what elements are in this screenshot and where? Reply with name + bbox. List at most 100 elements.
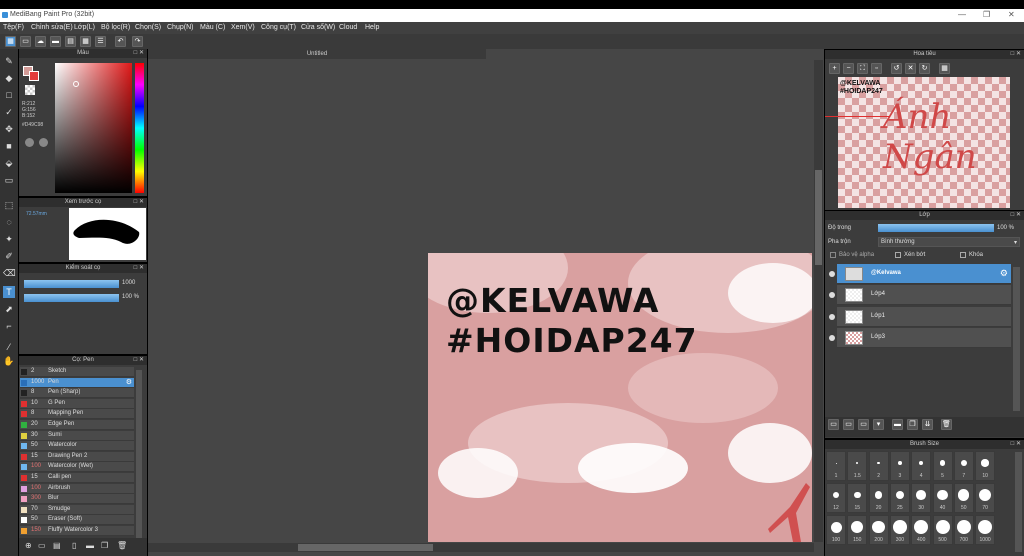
brush-list-item[interactable]: 8 Mapping Pen <box>20 409 134 420</box>
add-brush-icon[interactable]: ⊕ <box>25 541 32 550</box>
operation-tool-icon[interactable]: ⬈ <box>3 303 15 315</box>
canvas-vscroll-thumb[interactable] <box>815 170 822 265</box>
brush-size-cell[interactable]: 2 <box>868 451 889 481</box>
panel-close-icon[interactable]: □ ✕ <box>134 198 144 207</box>
brush-copy-icon[interactable]: ▯ <box>72 541 76 550</box>
brush-list-item[interactable]: 2 Sketch <box>20 367 134 377</box>
menu-item[interactable]: Công cụ(T) <box>261 24 296 31</box>
brush-size-slider[interactable] <box>24 280 119 288</box>
minimize-icon[interactable]: — <box>958 10 966 19</box>
brush-folder-icon[interactable]: ▬ <box>86 541 94 550</box>
layer-visibility-icon[interactable] <box>829 313 835 320</box>
rect-tool-icon[interactable]: □ <box>3 89 15 101</box>
menu-item[interactable]: Help <box>365 24 379 31</box>
color-wheel-icon[interactable] <box>25 138 34 147</box>
menu-item[interactable]: Tệp(F) <box>3 24 24 31</box>
brush-file-icon[interactable]: ▭ <box>38 541 46 550</box>
layer-visibility-icon[interactable] <box>829 334 835 341</box>
menu-item[interactable]: Chỉnh sửa(E) <box>31 24 73 31</box>
layer-opacity-slider[interactable] <box>878 224 994 232</box>
layer-scrollbar[interactable] <box>1013 267 1020 411</box>
layer-settings-icon[interactable]: ⚙ <box>1000 268 1008 279</box>
redo-icon[interactable]: ↷ <box>132 36 143 47</box>
menu-item[interactable]: Màu (C) <box>200 24 225 31</box>
rotate-right-icon[interactable]: ↻ <box>919 63 930 74</box>
brush-list-item[interactable]: 15 Drawing Pen 2 <box>20 451 134 462</box>
new-layer-icon[interactable]: ▭ <box>828 419 839 430</box>
brush-size-cell[interactable]: 1 <box>826 451 846 481</box>
doc-icon[interactable]: ▤ <box>65 36 76 47</box>
undo-icon[interactable]: ↶ <box>115 36 126 47</box>
magic-wand-icon[interactable]: ✦ <box>3 233 15 245</box>
brush-size-cell[interactable]: 3 <box>889 451 910 481</box>
menu-item[interactable]: Chọn(S) <box>135 24 161 31</box>
navigator-preview[interactable]: @KELVAWA #HOIDAP247 Ánh Ngân <box>838 77 1010 208</box>
brush-size-cell[interactable]: 7 <box>953 451 974 481</box>
secondary-color-swatch[interactable] <box>29 71 39 81</box>
flip-icon[interactable]: ✕ <box>905 63 916 74</box>
clipping-checkbox[interactable] <box>895 252 901 258</box>
canvas-vscroll[interactable] <box>814 60 823 542</box>
brush-size-cell[interactable]: 4 <box>911 451 932 481</box>
brush-list-item[interactable]: 30 Sumi <box>20 430 134 441</box>
brush-list-item[interactable]: 20 Edge Pen <box>20 420 134 430</box>
canvas-hscroll[interactable] <box>148 543 814 552</box>
panel-close-icon[interactable]: □ ✕ <box>1011 440 1021 449</box>
gradient-tool-icon[interactable]: ▭ <box>3 174 15 186</box>
reset-icon[interactable]: ▦ <box>939 63 950 74</box>
fit-icon[interactable]: ⛶ <box>857 63 868 74</box>
brush-size-cell[interactable]: 40 <box>932 483 953 513</box>
brush-size-cell[interactable]: 30 <box>911 483 932 513</box>
hue-slider[interactable] <box>135 63 144 193</box>
new-layer-8bit-icon[interactable]: ▭ <box>843 419 854 430</box>
menu-item[interactable]: Chụp(N) <box>167 24 193 31</box>
brush-size-cell[interactable]: 50 <box>953 483 974 513</box>
brush-size-cell[interactable]: 1.5 <box>847 451 868 481</box>
panel-close-icon[interactable]: □ ✕ <box>1011 50 1021 59</box>
brush-list-item[interactable]: 150 Fluffy Watercolor 3 <box>20 526 134 536</box>
blend-mode-select[interactable]: Bình thường ▾ <box>878 237 1020 247</box>
zoom-out-icon[interactable]: − <box>843 63 854 74</box>
chat-icon[interactable]: ▬ <box>50 36 61 47</box>
brush-size-cell[interactable]: 1000 <box>975 515 996 545</box>
grid-icon[interactable]: ▦ <box>80 36 91 47</box>
hand-tool-icon[interactable]: ✋ <box>3 355 15 367</box>
canvas-tab[interactable]: Untitled <box>148 49 486 59</box>
select-pen-icon[interactable]: ✐ <box>3 250 15 262</box>
panel-close-icon[interactable]: □ ✕ <box>134 356 144 365</box>
new-file-icon[interactable]: ▭ <box>20 36 31 47</box>
layer-row[interactable]: Lớp3 <box>837 327 1011 348</box>
brush-menu-icon[interactable]: ▤ <box>53 541 61 550</box>
menu-item[interactable]: Lớp(L) <box>74 24 95 31</box>
text-tool-icon[interactable]: T <box>3 286 15 298</box>
brush-list-scrollbar[interactable] <box>136 370 142 540</box>
close-icon[interactable]: ✕ <box>1008 10 1015 19</box>
select-eraser-icon[interactable]: ⌫ <box>3 267 16 279</box>
brush-size-cell[interactable]: 400 <box>911 515 932 545</box>
brush-size-cell[interactable]: 150 <box>847 515 868 545</box>
brush-size-cell[interactable]: 300 <box>889 515 910 545</box>
brush-list-item[interactable]: 1000 Pen ⚙ <box>20 377 134 388</box>
eyedropper-tool-icon[interactable]: ⌐ <box>3 320 15 332</box>
brush-list-item[interactable]: 70 Smudge <box>20 504 134 515</box>
brush-size-cell[interactable]: 200 <box>868 515 889 545</box>
brush-delete-icon[interactable]: 🗑 <box>117 541 127 550</box>
brush-size-cell[interactable]: 700 <box>953 515 974 545</box>
cloud-icon[interactable]: ☁ <box>35 36 46 47</box>
brush-list-item[interactable]: 300 Blur <box>20 494 134 505</box>
dot-tool-icon[interactable]: ✓ <box>3 106 15 118</box>
brush-list-item[interactable]: 50 Eraser (Soft) <box>20 515 134 526</box>
brush-size-cell[interactable]: 12 <box>826 483 846 513</box>
color-history-icon[interactable] <box>39 138 48 147</box>
brush-opacity-slider[interactable] <box>24 294 119 302</box>
snap-icon[interactable]: ▦ <box>5 36 16 47</box>
panel-close-icon[interactable]: □ ✕ <box>134 264 144 273</box>
color-picker-cursor[interactable] <box>73 81 79 87</box>
brush-settings-icon[interactable]: ⚙ <box>126 378 132 386</box>
lasso-tool-icon[interactable]: ◌ <box>3 216 15 228</box>
layer-row[interactable]: @Kelvawa ⚙ <box>837 264 1011 284</box>
brush-list-item[interactable]: 8 Pen (Sharp) <box>20 388 134 399</box>
brush-size-cell[interactable]: 70 <box>975 483 996 513</box>
maximize-icon[interactable]: ❐ <box>983 10 990 19</box>
select-tool-icon[interactable]: ⬚ <box>3 199 15 211</box>
